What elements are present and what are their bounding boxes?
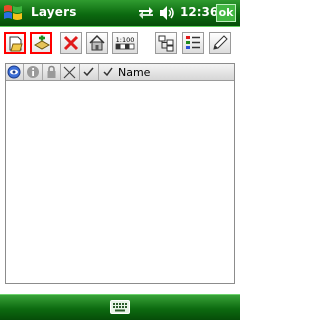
- soft-key-bar: [0, 294, 240, 320]
- name-column-label: Name: [118, 66, 151, 79]
- checkmark-icon: [83, 67, 94, 77]
- info-icon: [27, 66, 39, 78]
- tree-icon: [158, 35, 174, 52]
- pencil-icon: [213, 35, 228, 50]
- scale-button[interactable]: 1:100: [112, 32, 138, 54]
- scale-label: 1:100: [116, 36, 135, 44]
- add-layer-icon: [33, 35, 51, 50]
- list-icon: [186, 36, 200, 49]
- edit-button[interactable]: [209, 32, 231, 54]
- properties-button[interactable]: [86, 32, 108, 54]
- house-icon: [89, 34, 105, 51]
- keyboard-icon[interactable]: [110, 300, 130, 314]
- clock[interactable]: 12:36: [180, 5, 218, 19]
- info-column-header[interactable]: [24, 64, 43, 80]
- red-x-icon: [63, 35, 79, 51]
- toolbar: 1:100: [0, 28, 240, 62]
- open-folder-icon: [9, 36, 23, 52]
- remove-layer-button[interactable]: [60, 32, 82, 54]
- checkmark-icon: [103, 67, 113, 77]
- windows-flag-icon[interactable]: [2, 3, 24, 23]
- edit-column-header[interactable]: [61, 64, 80, 80]
- eye-icon: [7, 65, 21, 79]
- lock-column-header[interactable]: [43, 64, 61, 80]
- scale-icon: 1:100: [115, 36, 135, 50]
- lock-icon: [47, 65, 56, 78]
- add-layer-button[interactable]: [30, 32, 52, 54]
- check-column-header[interactable]: [80, 64, 99, 80]
- layer-tree-button[interactable]: [155, 32, 177, 54]
- speaker-icon[interactable]: [158, 4, 176, 22]
- window-title: Layers: [31, 5, 77, 19]
- list-header: Name: [6, 64, 234, 81]
- visible-column-header[interactable]: [6, 64, 24, 80]
- connectivity-icon[interactable]: [137, 4, 155, 22]
- pen-crossed-icon: [63, 66, 76, 79]
- layer-list[interactable]: Name: [5, 63, 235, 284]
- layer-list-button[interactable]: [182, 32, 204, 54]
- open-layer-button[interactable]: [4, 32, 26, 54]
- ok-button[interactable]: ok: [216, 4, 236, 22]
- title-bar: Layers 12:36 ok: [0, 0, 240, 27]
